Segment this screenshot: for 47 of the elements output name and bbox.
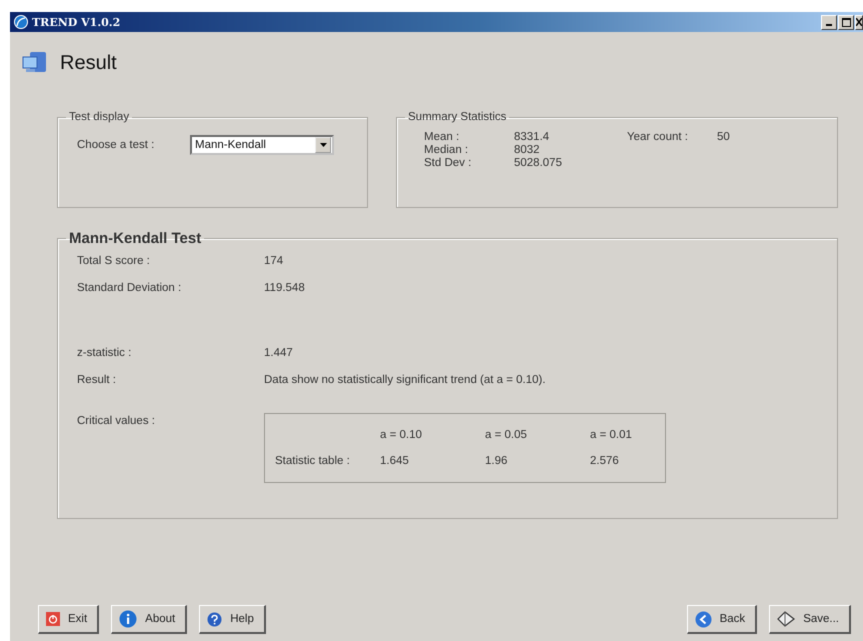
table-cell-text: 1.96 [485,455,508,467]
info-icon [119,610,138,628]
save-button[interactable]: Save... [769,605,851,634]
caret-icon [320,143,326,147]
back-button[interactable]: Back [686,605,758,634]
stat-label: Median : [424,144,470,156]
minimize-button[interactable] [821,14,837,30]
about-button[interactable]: About [111,605,188,634]
group-title: Summary Statistics [407,111,508,123]
result-label: Critical values : [77,415,156,427]
result-value: 1.447 [264,347,294,359]
maximize-button[interactable] [838,14,854,30]
stat-label: Std Dev : [424,157,472,169]
table-cell-text: 1.645 [380,455,410,467]
window-title: TREND V1.0.2 [32,16,120,28]
maximize-icon [842,18,850,26]
close-icon [856,18,862,26]
computer-icon [22,51,48,75]
stat-value: 8032 [514,144,541,156]
result-value: Data show no statistically significant trend (at a = 0.10). [264,374,547,386]
result-label: Result : [77,374,117,386]
stat-label: Mean : [424,131,460,143]
page-title: Result [60,52,117,74]
test-dropdown[interactable]: Mann-Kendall [190,135,334,155]
help-button[interactable]: Help [199,605,266,634]
help-icon [207,612,222,626]
group-title: Test display [68,111,130,123]
result-value: 174 [264,255,284,267]
exit-button[interactable]: Exit [38,605,100,634]
result-label: Standard Deviation : [77,282,182,294]
column-header: a = 0.05 [485,429,528,441]
group-title: Mann-Kendall Test [68,230,202,247]
column-header: a = 0.10 [380,429,423,441]
result-label: z-statistic : [77,347,132,359]
power-icon [46,612,60,626]
table-cell-text: 2.576 [590,455,620,467]
stat-value: 50 [717,131,731,143]
stat-value: 5028.075 [514,157,563,169]
field-label: Choose a test : [77,139,156,151]
dropdown-button[interactable] [315,137,331,153]
result-value: 119.548 [264,282,306,294]
stat-label: Year count : [627,131,689,143]
result-label: Total S score : [77,255,151,267]
close-button[interactable] [855,14,863,30]
row-label: Statistic table : [275,455,351,467]
column-header: a = 0.01 [590,429,633,441]
stat-value: 8331.4 [514,131,550,143]
